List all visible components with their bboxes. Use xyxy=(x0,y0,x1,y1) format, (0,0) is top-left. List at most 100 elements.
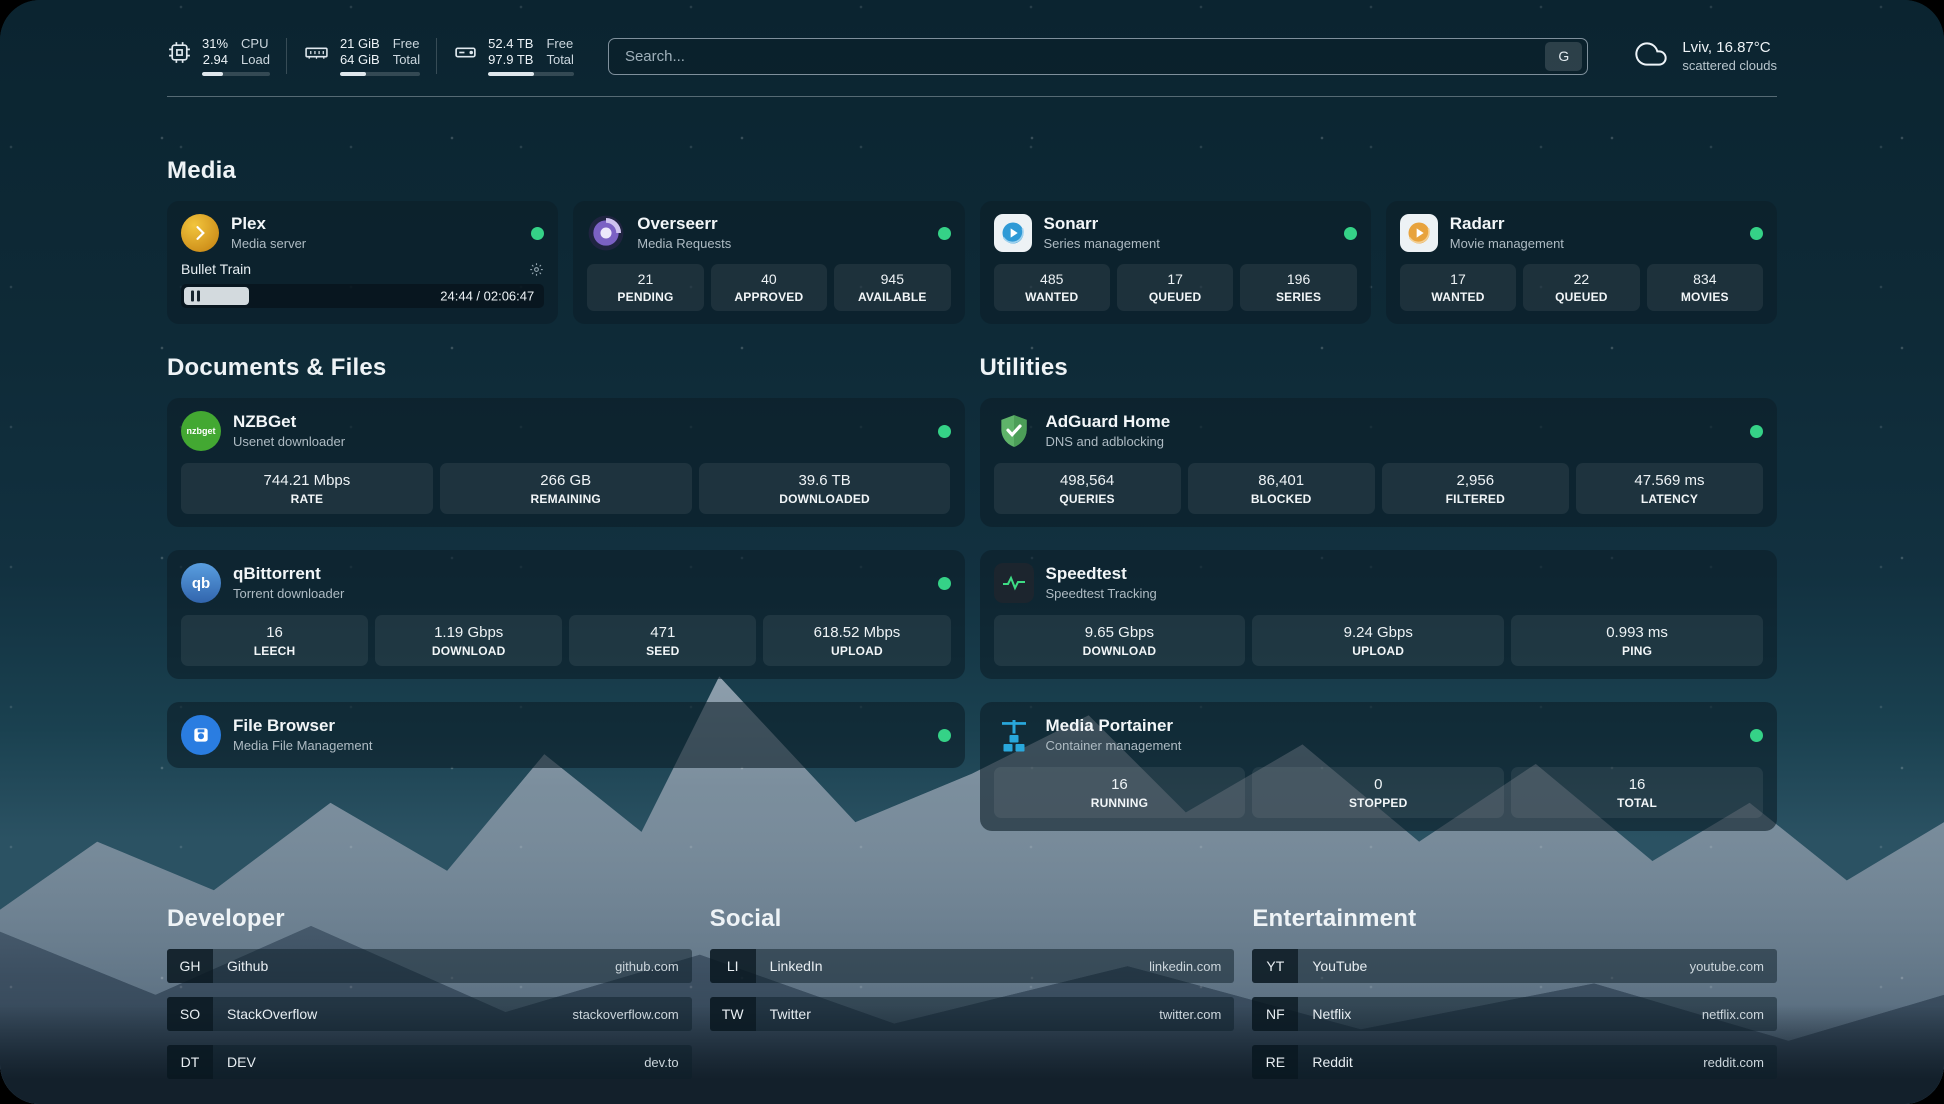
stat-latency: 47.569 msLATENCY xyxy=(1576,463,1763,514)
disk-total-label: Total xyxy=(546,52,573,67)
plex-icon xyxy=(181,214,219,252)
system-stats: 31% CPU 2.94 Load xyxy=(167,36,574,76)
stat-remaining: 266 GBREMAINING xyxy=(440,463,692,514)
bookmark-url: netflix.com xyxy=(1702,1007,1764,1022)
search-bar[interactable]: G xyxy=(608,38,1588,75)
pause-button[interactable] xyxy=(191,291,200,302)
section-title-entertainment: Entertainment xyxy=(1252,905,1777,933)
stat-upload: 9.24 GbpsUPLOAD xyxy=(1252,615,1504,666)
stat-blocked: 86,401BLOCKED xyxy=(1188,463,1375,514)
bookmark-linkedin[interactable]: LI LinkedIn linkedin.com xyxy=(710,949,1235,983)
divider xyxy=(286,38,287,74)
bookmark-abbr: SO xyxy=(167,997,213,1031)
status-dot xyxy=(1750,227,1763,240)
app-name: Plex xyxy=(231,214,306,234)
status-dot xyxy=(938,425,951,438)
app-card-radarr[interactable]: Radarr Movie management 17WANTED 22QUEUE… xyxy=(1386,201,1777,324)
disk-free-label: Free xyxy=(546,36,573,51)
app-card-portainer[interactable]: Media Portainer Container management 16R… xyxy=(980,702,1778,831)
app-card-speedtest[interactable]: Speedtest Speedtest Tracking 9.65 GbpsDO… xyxy=(980,550,1778,679)
bookmark-dev[interactable]: DT DEV dev.to xyxy=(167,1045,692,1079)
cpu-bar xyxy=(202,72,270,76)
header-bar: 31% CPU 2.94 Load xyxy=(167,36,1777,76)
bookmark-name: DEV xyxy=(227,1054,256,1070)
nzbget-icon: nzbget xyxy=(181,411,221,451)
bookmark-netflix[interactable]: NF Netflix netflix.com xyxy=(1252,997,1777,1031)
app-name: qBittorrent xyxy=(233,564,344,584)
section-developer: Developer GH Github github.com SO StackO… xyxy=(167,905,692,1093)
app-name: Speedtest xyxy=(1046,564,1157,584)
bookmark-url: stackoverflow.com xyxy=(572,1007,678,1022)
app-card-adguard[interactable]: AdGuard Home DNS and adblocking 498,564Q… xyxy=(980,398,1778,527)
section-social: Social LI LinkedIn linkedin.com TW Twitt… xyxy=(710,905,1235,1093)
app-card-sonarr[interactable]: Sonarr Series management 485WANTED 17QUE… xyxy=(980,201,1371,324)
bookmark-abbr: GH xyxy=(167,949,213,983)
playback-time: 24:44 / 02:06:47 xyxy=(440,289,534,304)
qbittorrent-icon: qb xyxy=(181,563,221,603)
bookmark-abbr: DT xyxy=(167,1045,213,1079)
playback-progress-bar[interactable]: 24:44 / 02:06:47 xyxy=(181,284,544,308)
ram-bar xyxy=(340,72,420,76)
app-name: File Browser xyxy=(233,716,372,736)
ram-free-label: Free xyxy=(393,36,420,51)
cpu-load: 2.94 xyxy=(202,52,228,67)
section-title-developer: Developer xyxy=(167,905,692,933)
app-subtitle: Media Requests xyxy=(637,237,731,252)
speedtest-icon xyxy=(994,563,1034,603)
app-name: NZBGet xyxy=(233,412,345,432)
app-subtitle: Media server xyxy=(231,237,306,252)
stat-queued: 17QUEUED xyxy=(1117,264,1233,311)
app-name: Overseerr xyxy=(637,214,731,234)
weather-widget[interactable]: Lviv, 16.87°C scattered clouds xyxy=(1632,38,1777,75)
stat-download: 9.65 GbpsDOWNLOAD xyxy=(994,615,1246,666)
app-subtitle: Series management xyxy=(1044,237,1160,252)
section-documents-files: Documents & Files nzbget NZBGet Usenet d… xyxy=(167,354,965,831)
app-card-overseerr[interactable]: Overseerr Media Requests 21PENDING 40APP… xyxy=(573,201,964,324)
stat-ping: 0.993 msPING xyxy=(1511,615,1763,666)
ram-total-label: Total xyxy=(393,52,420,67)
app-name: Sonarr xyxy=(1044,214,1160,234)
stat-total: 16TOTAL xyxy=(1511,767,1763,818)
bookmark-abbr: YT xyxy=(1252,949,1298,983)
adguard-icon xyxy=(994,411,1034,451)
app-card-qbittorrent[interactable]: qb qBittorrent Torrent downloader 16LEEC… xyxy=(167,550,965,679)
section-title-utilities: Utilities xyxy=(980,354,1778,382)
app-card-nzbget[interactable]: nzbget NZBGet Usenet downloader 744.21 M… xyxy=(167,398,965,527)
app-subtitle: Speedtest Tracking xyxy=(1046,587,1157,602)
app-card-plex[interactable]: Plex Media server Bullet Train xyxy=(167,201,558,324)
bookmark-stackoverflow[interactable]: SO StackOverflow stackoverflow.com xyxy=(167,997,692,1031)
bookmark-twitter[interactable]: TW Twitter twitter.com xyxy=(710,997,1235,1031)
section-title-files: Documents & Files xyxy=(167,354,965,382)
search-input[interactable] xyxy=(623,47,1545,66)
section-utilities: Utilities xyxy=(980,354,1778,831)
bookmark-name: Netflix xyxy=(1312,1006,1351,1022)
app-card-filebrowser[interactable]: File Browser Media File Management xyxy=(167,702,965,768)
app-subtitle: DNS and adblocking xyxy=(1046,435,1171,450)
status-dot xyxy=(1750,425,1763,438)
bookmark-name: Twitter xyxy=(770,1006,811,1022)
bookmark-youtube[interactable]: YT YouTube youtube.com xyxy=(1252,949,1777,983)
section-title-social: Social xyxy=(710,905,1235,933)
now-playing-title: Bullet Train xyxy=(181,261,251,277)
dashboard-page: 31% CPU 2.94 Load xyxy=(0,0,1944,1104)
disk-bar xyxy=(488,72,574,76)
stat-wanted: 485WANTED xyxy=(994,264,1110,311)
stat-leech: 16LEECH xyxy=(181,615,368,666)
sonarr-icon xyxy=(994,214,1032,252)
app-subtitle: Movie management xyxy=(1450,237,1564,252)
bookmark-abbr: NF xyxy=(1252,997,1298,1031)
bookmark-url: twitter.com xyxy=(1159,1007,1221,1022)
settings-icon[interactable] xyxy=(529,262,544,277)
bookmark-github[interactable]: GH Github github.com xyxy=(167,949,692,983)
cpu-percent: 31% xyxy=(202,36,228,51)
search-engine-button[interactable]: G xyxy=(1545,42,1582,71)
bookmark-reddit[interactable]: RE Reddit reddit.com xyxy=(1252,1045,1777,1079)
stat-seed: 471SEED xyxy=(569,615,756,666)
bookmark-url: linkedin.com xyxy=(1149,959,1221,974)
filebrowser-icon xyxy=(181,715,221,755)
app-subtitle: Usenet downloader xyxy=(233,435,345,450)
app-subtitle: Media File Management xyxy=(233,739,372,754)
cloud-icon xyxy=(1632,38,1670,75)
status-dot xyxy=(938,577,951,590)
app-name: Radarr xyxy=(1450,214,1564,234)
